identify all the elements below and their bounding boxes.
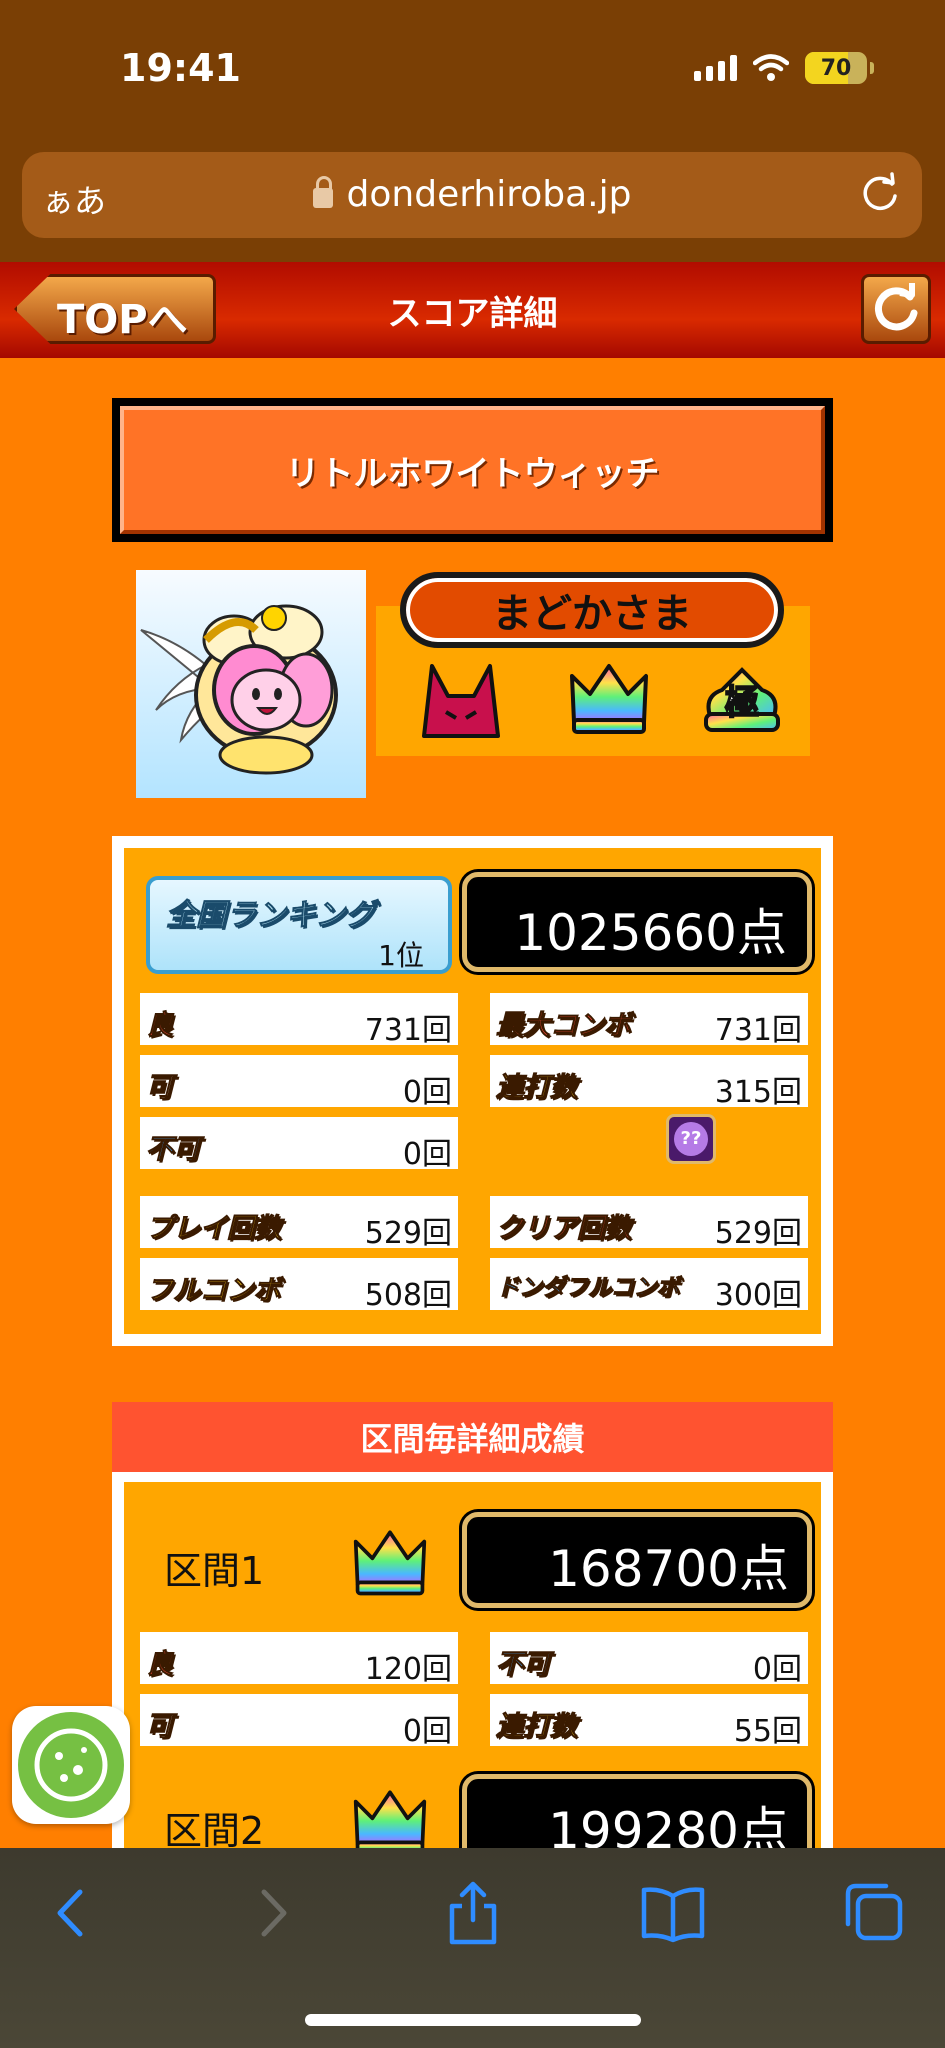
stat-max-combo: 最大コンボ 731回 <box>490 993 808 1048</box>
stat-bad-value: 0回 <box>402 1137 452 1172</box>
battery-icon: 70 <box>805 52 874 84</box>
status-icons: 70 <box>694 52 874 84</box>
stat-drumroll: 連打数 315回 <box>490 1055 808 1110</box>
stat-max-combo-label: 最大コンボ <box>496 1010 632 1042</box>
stat-donderful-combo-label: ドンダフルコンボ <box>496 1275 681 1302</box>
tabs-icon[interactable] <box>838 1878 908 1948</box>
player-avatar <box>136 570 366 798</box>
status-time: 19:41 <box>120 46 241 90</box>
stat-ok-label: 可 <box>146 1072 174 1104</box>
stat-good: 良 731回 <box>140 993 458 1048</box>
section-details-inner: 区間1 168700点 良 120回 不可 0回 可 0回 連打数 55回 区間… <box>124 1482 821 1872</box>
rainbow-crown-icon <box>570 664 648 734</box>
score-panel-inner: 全国ランキング 1位 1025660点 良 731回 最大コンボ 731回 可 … <box>124 848 821 1334</box>
stat-play-count-label: プレイ回数 <box>146 1213 282 1245</box>
total-score-box: 1025660点 <box>462 872 812 972</box>
stat-clear-count-label: クリア回数 <box>496 1213 632 1245</box>
page-title: スコア詳細 <box>387 294 558 334</box>
section-1-title: 区間1 <box>164 1549 265 1593</box>
national-ranking-label: 全国ランキング <box>165 898 376 934</box>
song-title-box: リトルホワイトウィッチ <box>112 398 833 542</box>
section-details-panel: 区間1 168700点 良 120回 不可 0回 可 0回 連打数 55回 区間… <box>112 1472 833 1872</box>
section-1-drumroll: 連打数 55回 <box>490 1694 808 1749</box>
oni-difficulty-icon <box>422 664 500 738</box>
cookie-icon <box>34 1728 108 1802</box>
stat-donderful-combo-value: 300回 <box>714 1278 802 1313</box>
url-bar[interactable]: ぁあ donderhiroba.jp <box>22 152 922 238</box>
stat-clear-count: クリア回数 529回 <box>490 1196 808 1251</box>
refresh-icon <box>875 283 918 331</box>
section-1-score: 168700点 <box>548 1540 789 1598</box>
refresh-button[interactable] <box>861 274 931 344</box>
section-1-bad-label: 不可 <box>496 1649 551 1681</box>
page-header: TOPへ スコア詳細 <box>0 262 945 358</box>
home-indicator[interactable] <box>305 2014 641 2026</box>
stat-play-count-value: 529回 <box>364 1216 452 1251</box>
section-1-score-box: 168700点 <box>462 1512 812 1608</box>
section-1-drumroll-value: 55回 <box>733 1714 802 1749</box>
section-1-drumroll-label: 連打数 <box>496 1711 578 1743</box>
section-1-ok-label: 可 <box>146 1711 174 1743</box>
section-1-ok-value: 0回 <box>402 1714 452 1749</box>
lock-icon <box>312 176 333 208</box>
battery-level: 70 <box>820 55 852 81</box>
stat-donderful-combo: ドンダフルコンボ 300回 <box>490 1258 808 1313</box>
section-details-header: 区間毎詳細成績 <box>112 1402 833 1472</box>
share-icon[interactable] <box>438 1878 508 1948</box>
section-1-ok: 可 0回 <box>140 1694 458 1749</box>
section-1-rainbow-crown-icon <box>353 1530 427 1596</box>
mystery-item-icon: ?? <box>666 1114 716 1164</box>
total-score: 1025660点 <box>514 904 787 962</box>
stat-clear-count-value: 529回 <box>714 1216 802 1251</box>
url-field[interactable]: donderhiroba.jp <box>22 174 922 215</box>
national-ranking-box[interactable]: 全国ランキング 1位 <box>146 876 452 974</box>
forward-chevron-icon[interactable] <box>238 1878 308 1948</box>
section-2-title: 区間2 <box>164 1809 265 1853</box>
stat-ok-value: 0回 <box>402 1075 452 1110</box>
stat-full-combo: フルコンボ 508回 <box>140 1258 458 1313</box>
section-1-good-label: 良 <box>146 1649 174 1681</box>
url-domain: donderhiroba.jp <box>346 174 632 215</box>
section-1-good: 良 120回 <box>140 1632 458 1687</box>
player-name: まどかさま <box>400 572 784 648</box>
stat-good-label: 良 <box>146 1010 174 1042</box>
stat-drumroll-label: 連打数 <box>496 1072 578 1104</box>
kiwami-rank-icon: 極 <box>704 667 780 732</box>
cellular-signal-icon <box>694 55 737 81</box>
reload-icon[interactable] <box>856 170 904 218</box>
section-1-bad: 不可 0回 <box>490 1632 808 1687</box>
back-chevron-icon[interactable] <box>36 1878 106 1948</box>
section-1-bad-value: 0回 <box>752 1652 802 1687</box>
stat-play-count: プレイ回数 529回 <box>140 1196 458 1251</box>
browser-top-bar: 19:41 70 ぁあ donderhiroba.jp <box>0 0 945 262</box>
svg-text:極: 極 <box>725 683 759 723</box>
stat-full-combo-value: 508回 <box>364 1278 452 1313</box>
national-ranking-value: 1位 <box>378 939 424 972</box>
stat-ok: 可 0回 <box>140 1055 458 1110</box>
song-title: リトルホワイトウィッチ <box>120 406 825 534</box>
cookie-settings-button[interactable] <box>12 1706 130 1824</box>
stat-drumroll-value: 315回 <box>714 1075 802 1110</box>
score-panel: 全国ランキング 1位 1025660点 良 731回 最大コンボ 731回 可 … <box>112 836 833 1346</box>
stat-good-value: 731回 <box>364 1013 452 1048</box>
stat-bad-label: 不可 <box>146 1134 201 1166</box>
stat-bad: 不可 0回 <box>140 1117 458 1172</box>
stat-full-combo-label: フルコンボ <box>145 1275 281 1307</box>
don-chan-avatar-icon <box>140 604 338 775</box>
wifi-icon <box>753 54 789 81</box>
stat-max-combo-value: 731回 <box>714 1013 802 1048</box>
bookmarks-icon[interactable] <box>638 1878 708 1948</box>
section-1-good-value: 120回 <box>364 1652 452 1687</box>
